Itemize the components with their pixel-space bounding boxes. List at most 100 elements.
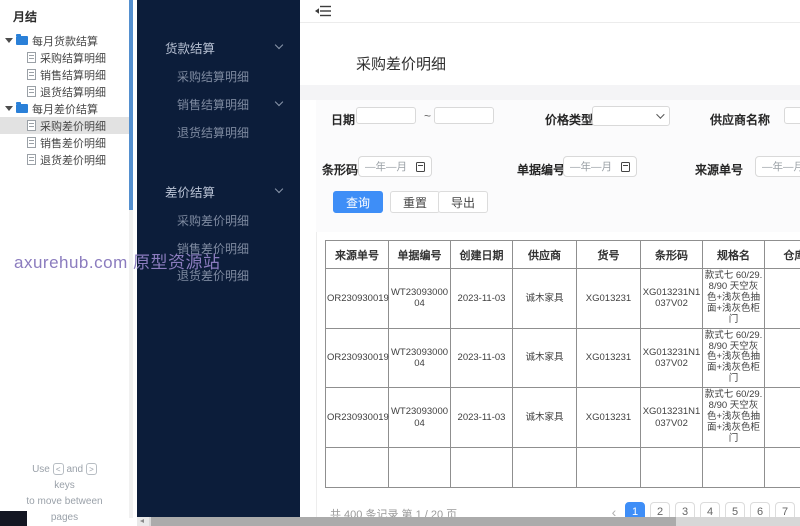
col-header-item-no: 货号 [576, 240, 641, 269]
tree-expand-icon[interactable] [5, 38, 13, 43]
left-key-icon: < [52, 463, 64, 475]
table-row[interactable]: OR230930019 WT2309300004 2023-11-03 诚木家具… [325, 327, 800, 389]
col-header-supplier: 供应商 [512, 240, 577, 269]
nav-item-purchase-settle[interactable]: 采购结算明细 [177, 68, 249, 85]
tree-node-return-settle[interactable]: 退货结算明细 [0, 83, 129, 100]
date-from-input[interactable] [356, 107, 416, 124]
chevron-down-icon [274, 40, 284, 50]
tree-title: 月结 [13, 10, 38, 24]
file-icon [27, 120, 36, 131]
tree-scrollbar-thumb[interactable] [129, 0, 133, 210]
main-topbar [300, 0, 800, 23]
reset-button[interactable]: 重置 [390, 191, 441, 213]
title-band: 采购差价明细 [300, 24, 800, 85]
tree-node-return-diff[interactable]: 退货差价明细 [0, 151, 129, 168]
cell-doc-no: WT2309300004 [388, 268, 451, 329]
col-header-warehouse-qty: 仓库数量 [764, 240, 800, 269]
nav-item-purchase-diff[interactable]: 采购差价明细 [177, 212, 249, 229]
page-title: 采购差价明细 [356, 56, 447, 73]
tree-node-label: 销售差价明细 [40, 137, 106, 150]
tree-node-label: 每月差价结算 [32, 103, 98, 116]
cell-warehouse-qty: 40 [764, 327, 800, 389]
scrollbar-thumb[interactable] [151, 517, 676, 526]
tree-node-purchase-settle[interactable]: 采购结算明细 [0, 49, 129, 66]
cell-source-no: OR230930019 [325, 387, 389, 448]
table-row[interactable]: OR230930019 WT2309300004 2023-11-03 诚木家具… [325, 268, 800, 329]
date-label: 日期 [331, 113, 356, 127]
app-window: 月结 每月货款结算 采购结算明细 销售结算明细 退货结算明细 每月差价结算 采购… [0, 0, 800, 526]
col-header-source-no: 来源单号 [325, 240, 389, 269]
cell-supplier: 诚木家具 [512, 327, 577, 389]
cell-barcode: XG013231N1037V02 [640, 327, 703, 389]
cell-warehouse-qty: 40 [764, 268, 800, 329]
horizontal-scrollbar[interactable] [137, 517, 800, 526]
tree-node-purchase-diff[interactable]: 采购差价明细 [0, 117, 129, 134]
chevron-down-icon [274, 184, 284, 194]
tree-scrollbar[interactable] [129, 0, 133, 518]
source-no-label: 来源单号 [695, 163, 744, 177]
nav-item-sales-settle[interactable]: 销售结算明细 [177, 96, 249, 113]
tree-node-sales-diff[interactable]: 销售差价明细 [0, 134, 129, 151]
tree-node-label: 退货差价明细 [40, 154, 106, 167]
nav-item-return-settle[interactable]: 退货结算明细 [177, 124, 249, 141]
price-type-select[interactable] [592, 106, 670, 126]
cell-supplier: 诚木家具 [512, 268, 577, 329]
cell-empty [640, 446, 703, 488]
tree-node-label: 每月货款结算 [32, 35, 98, 48]
cell-item-no: XG013231 [576, 387, 641, 448]
file-icon [27, 86, 36, 97]
nav-item-sales-diff[interactable]: 销售差价明细 [177, 240, 249, 257]
tree-node-sales-settle[interactable]: 销售结算明细 [0, 66, 129, 83]
col-header-create-date: 创建日期 [450, 240, 513, 269]
scrollbar-left-arrow[interactable] [137, 517, 149, 526]
doc-no-label: 单据编号 [517, 163, 566, 177]
source-no-date-picker[interactable]: —年—月 [755, 156, 800, 177]
tree-expand-icon[interactable] [5, 106, 13, 111]
col-header-doc-no: 单据编号 [388, 240, 451, 269]
cell-empty [702, 446, 765, 488]
hint-text: and [66, 464, 84, 475]
cell-barcode: XG013231N1037V02 [640, 268, 703, 329]
chevron-down-icon [656, 110, 665, 119]
file-icon [27, 52, 36, 63]
hint-text: to move between [26, 496, 103, 507]
cell-doc-no: WT2309300004 [388, 327, 451, 389]
tree-sidebar: 月结 每月货款结算 采购结算明细 销售结算明细 退货结算明细 每月差价结算 采购… [0, 0, 129, 526]
col-header-spec-name: 规格名 [702, 240, 765, 269]
table-row[interactable]: OR230930019 WT2309300004 2023-11-03 诚木家具… [325, 387, 800, 448]
nav-group-diff-settle[interactable]: 差价结算 [165, 182, 215, 201]
cell-spec-name: 款式七 60/29.8/90 天空灰色+浅灰色抽面+浅灰色柜门 [702, 387, 765, 448]
menu-fold-icon[interactable] [315, 5, 331, 17]
col-header-barcode: 条形码 [640, 240, 703, 269]
calendar-icon [416, 161, 425, 172]
date-to-input[interactable] [434, 107, 494, 124]
calendar-icon [621, 161, 630, 172]
export-button[interactable]: 导出 [438, 191, 489, 213]
cell-source-no: OR230930019 [325, 327, 389, 389]
file-icon [27, 137, 36, 148]
cell-empty [576, 446, 641, 488]
tree-node-label: 销售结算明细 [40, 69, 106, 82]
tree-node-monthly-payment[interactable]: 每月货款结算 [0, 32, 129, 49]
doc-no-date-picker[interactable]: —年—月 [563, 156, 637, 177]
nav-group-payment-settle[interactable]: 货款结算 [165, 38, 215, 57]
search-button[interactable]: 查询 [333, 191, 384, 213]
barcode-date-picker[interactable]: —年—月 [358, 156, 432, 177]
cell-warehouse-qty: 40 [764, 387, 800, 448]
date-placeholder: —年—月 [762, 161, 800, 173]
cell-source-no: OR230930019 [325, 268, 389, 329]
folder-icon [16, 34, 28, 45]
cell-create-date: 2023-11-03 [450, 387, 513, 448]
price-type-label: 价格类型 [545, 113, 594, 127]
cell-barcode: XG013231N1037V02 [640, 387, 703, 448]
nav-item-return-diff[interactable]: 退货差价明细 [177, 267, 249, 284]
tree-node-monthly-diff[interactable]: 每月差价结算 [0, 100, 129, 117]
supplier-input[interactable] [784, 107, 800, 124]
cell-create-date: 2023-11-03 [450, 268, 513, 329]
date-placeholder: —年—月 [570, 161, 612, 173]
cell-spec-name: 款式七 60/29.8/90 天空灰色+浅灰色抽面+浅灰色柜门 [702, 268, 765, 329]
data-table: 来源单号 单据编号 创建日期 供应商 货号 条形码 规格名 仓库数量 OR230… [325, 240, 800, 488]
data-table-container: 来源单号 单据编号 创建日期 供应商 货号 条形码 规格名 仓库数量 OR230… [325, 240, 800, 490]
tree-node-label: 采购结算明细 [40, 52, 106, 65]
cell-item-no: XG013231 [576, 268, 641, 329]
